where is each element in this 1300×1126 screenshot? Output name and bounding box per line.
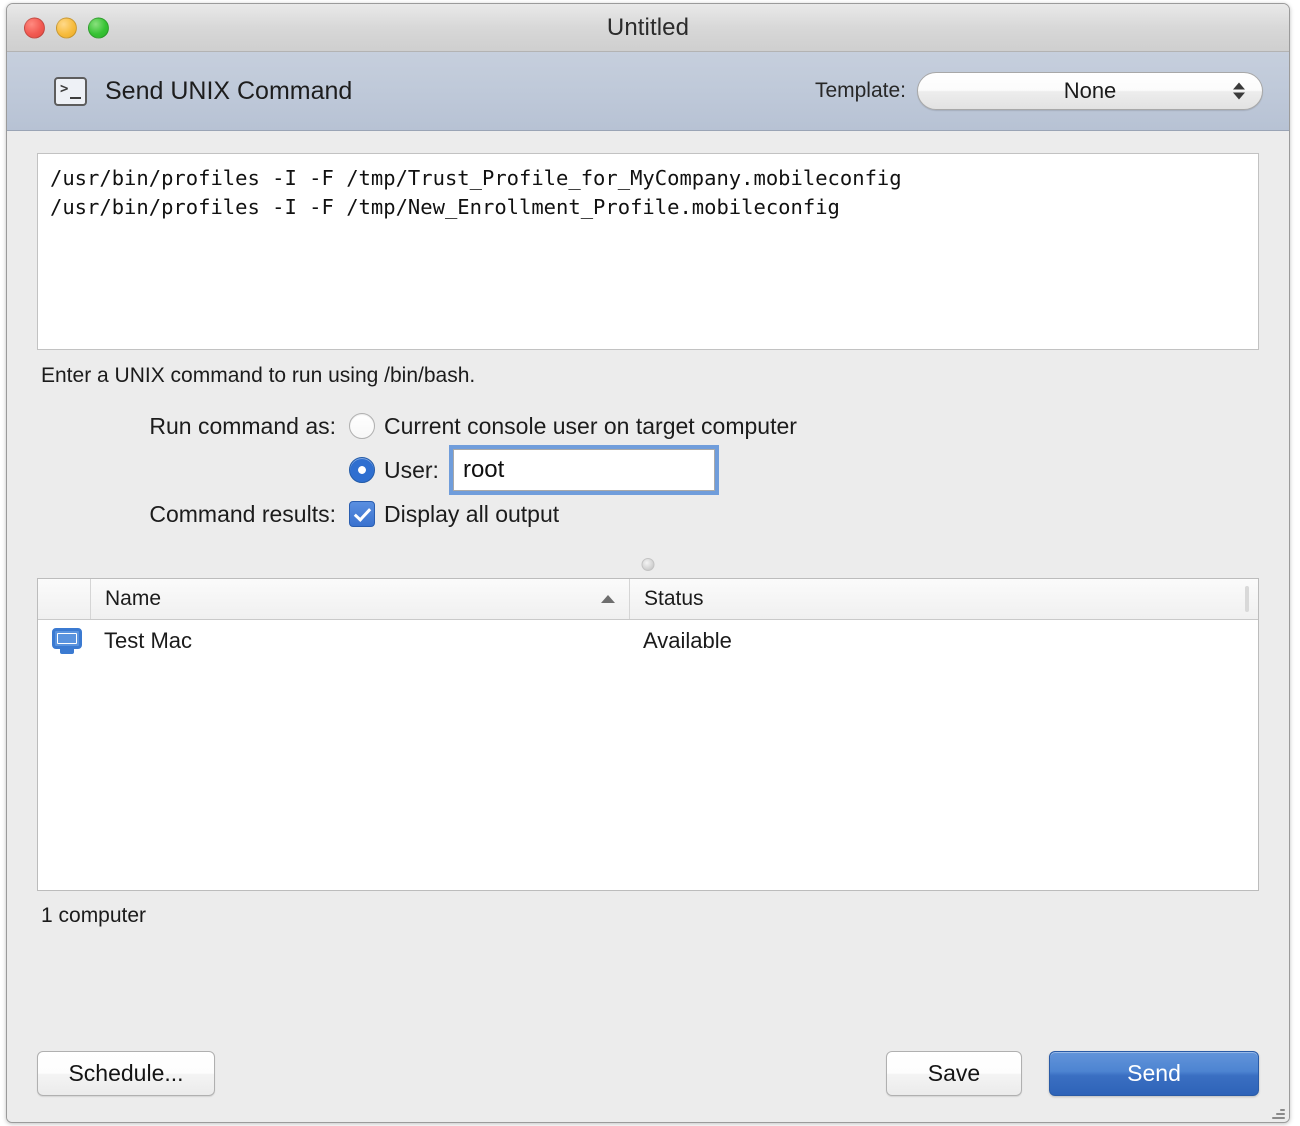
command-results-label: Command results: (149, 500, 336, 527)
window-body: /usr/bin/profiles -I -F /tmp/Trust_Profi… (7, 131, 1289, 1122)
send-button[interactable]: Send (1049, 1051, 1259, 1096)
checkbox-display-all-output[interactable] (349, 501, 375, 527)
chevron-updown-icon (1233, 82, 1245, 100)
maximize-button-icon[interactable] (88, 17, 109, 38)
user-name-value: root (462, 456, 505, 483)
user-row: User: root (37, 448, 1259, 492)
column-resize-handle[interactable] (1245, 586, 1249, 612)
computer-count-label: 1 computer (41, 904, 147, 927)
radio-user[interactable] (349, 457, 375, 483)
table-header-name[interactable]: Name (90, 579, 629, 619)
schedule-button[interactable]: Schedule... (37, 1051, 215, 1096)
command-results-row: Command results: Display all output (37, 492, 1259, 536)
template-selected-value: None (1063, 78, 1117, 103)
computer-display-icon (52, 628, 82, 654)
close-button-icon[interactable] (24, 17, 45, 38)
table-header-icon-column (38, 579, 90, 619)
toolbar-right: Template: None (815, 72, 1263, 110)
row-status-cell: Available (643, 628, 732, 653)
checkbox-display-all-output-label: Display all output (384, 500, 560, 527)
table-header-status[interactable]: Status (629, 579, 1258, 619)
terminal-underscore-glyph (70, 96, 81, 99)
run-command-as-row: Run command as: Current console user on … (37, 404, 1259, 448)
toolbar-title: Send UNIX Command (105, 76, 353, 105)
table-body: Test Mac Available (38, 620, 1258, 890)
window-title: Untitled (606, 13, 690, 41)
command-line: /usr/bin/profiles -I -F /tmp/New_Enrollm… (50, 195, 840, 219)
template-label: Template: (814, 79, 906, 102)
screenshot-root: Untitled > Send UNIX Command Template: N… (0, 0, 1300, 1126)
send-unix-command-window: Untitled > Send UNIX Command Template: N… (6, 3, 1290, 1123)
radio-user-label: User: (384, 456, 439, 483)
table-header-name-label: Name (105, 587, 162, 610)
radio-current-console-user[interactable] (349, 413, 375, 439)
display-output-group[interactable]: Display all output (349, 501, 559, 528)
save-button[interactable]: Save (886, 1051, 1022, 1096)
command-textarea[interactable]: /usr/bin/profiles -I -F /tmp/Trust_Profi… (37, 153, 1259, 350)
splitter-handle-icon[interactable] (641, 558, 655, 571)
command-hint-text: Enter a UNIX command to run using /bin/b… (41, 364, 476, 387)
traffic-lights (24, 17, 109, 38)
template-popup-button[interactable]: None (917, 72, 1263, 110)
table-header-status-label: Status (644, 587, 704, 610)
toolbar-left: > Send UNIX Command (54, 76, 353, 106)
computer-list-table: Name Status Test Mac Available (37, 578, 1259, 891)
row-name-cell: Test Mac (104, 628, 193, 653)
terminal-icon: > (54, 76, 87, 106)
user-name-field[interactable]: root (452, 449, 715, 491)
user-radio-group[interactable]: User: root (349, 449, 715, 491)
table-row[interactable]: Test Mac Available (38, 620, 1258, 662)
footer-button-bar: Schedule... Save Send (37, 1051, 1259, 1096)
resize-grip-icon[interactable] (1271, 1105, 1285, 1119)
console-user-radio-group[interactable]: Current console user on target computer (349, 413, 797, 440)
command-line: /usr/bin/profiles -I -F /tmp/Trust_Profi… (50, 166, 902, 190)
sort-ascending-icon (601, 595, 615, 603)
options-form: Run command as: Current console user on … (37, 404, 1259, 536)
radio-current-console-user-label: Current console user on target computer (384, 412, 797, 439)
toolbar: > Send UNIX Command Template: None (7, 52, 1289, 131)
row-icon-cell (38, 628, 90, 654)
window-titlebar[interactable]: Untitled (7, 4, 1289, 52)
table-header-row: Name Status (38, 579, 1258, 620)
run-command-as-label: Run command as: (149, 412, 336, 439)
terminal-prompt-glyph: > (60, 80, 69, 97)
minimize-button-icon[interactable] (56, 17, 77, 38)
pane-splitter[interactable] (37, 552, 1259, 578)
